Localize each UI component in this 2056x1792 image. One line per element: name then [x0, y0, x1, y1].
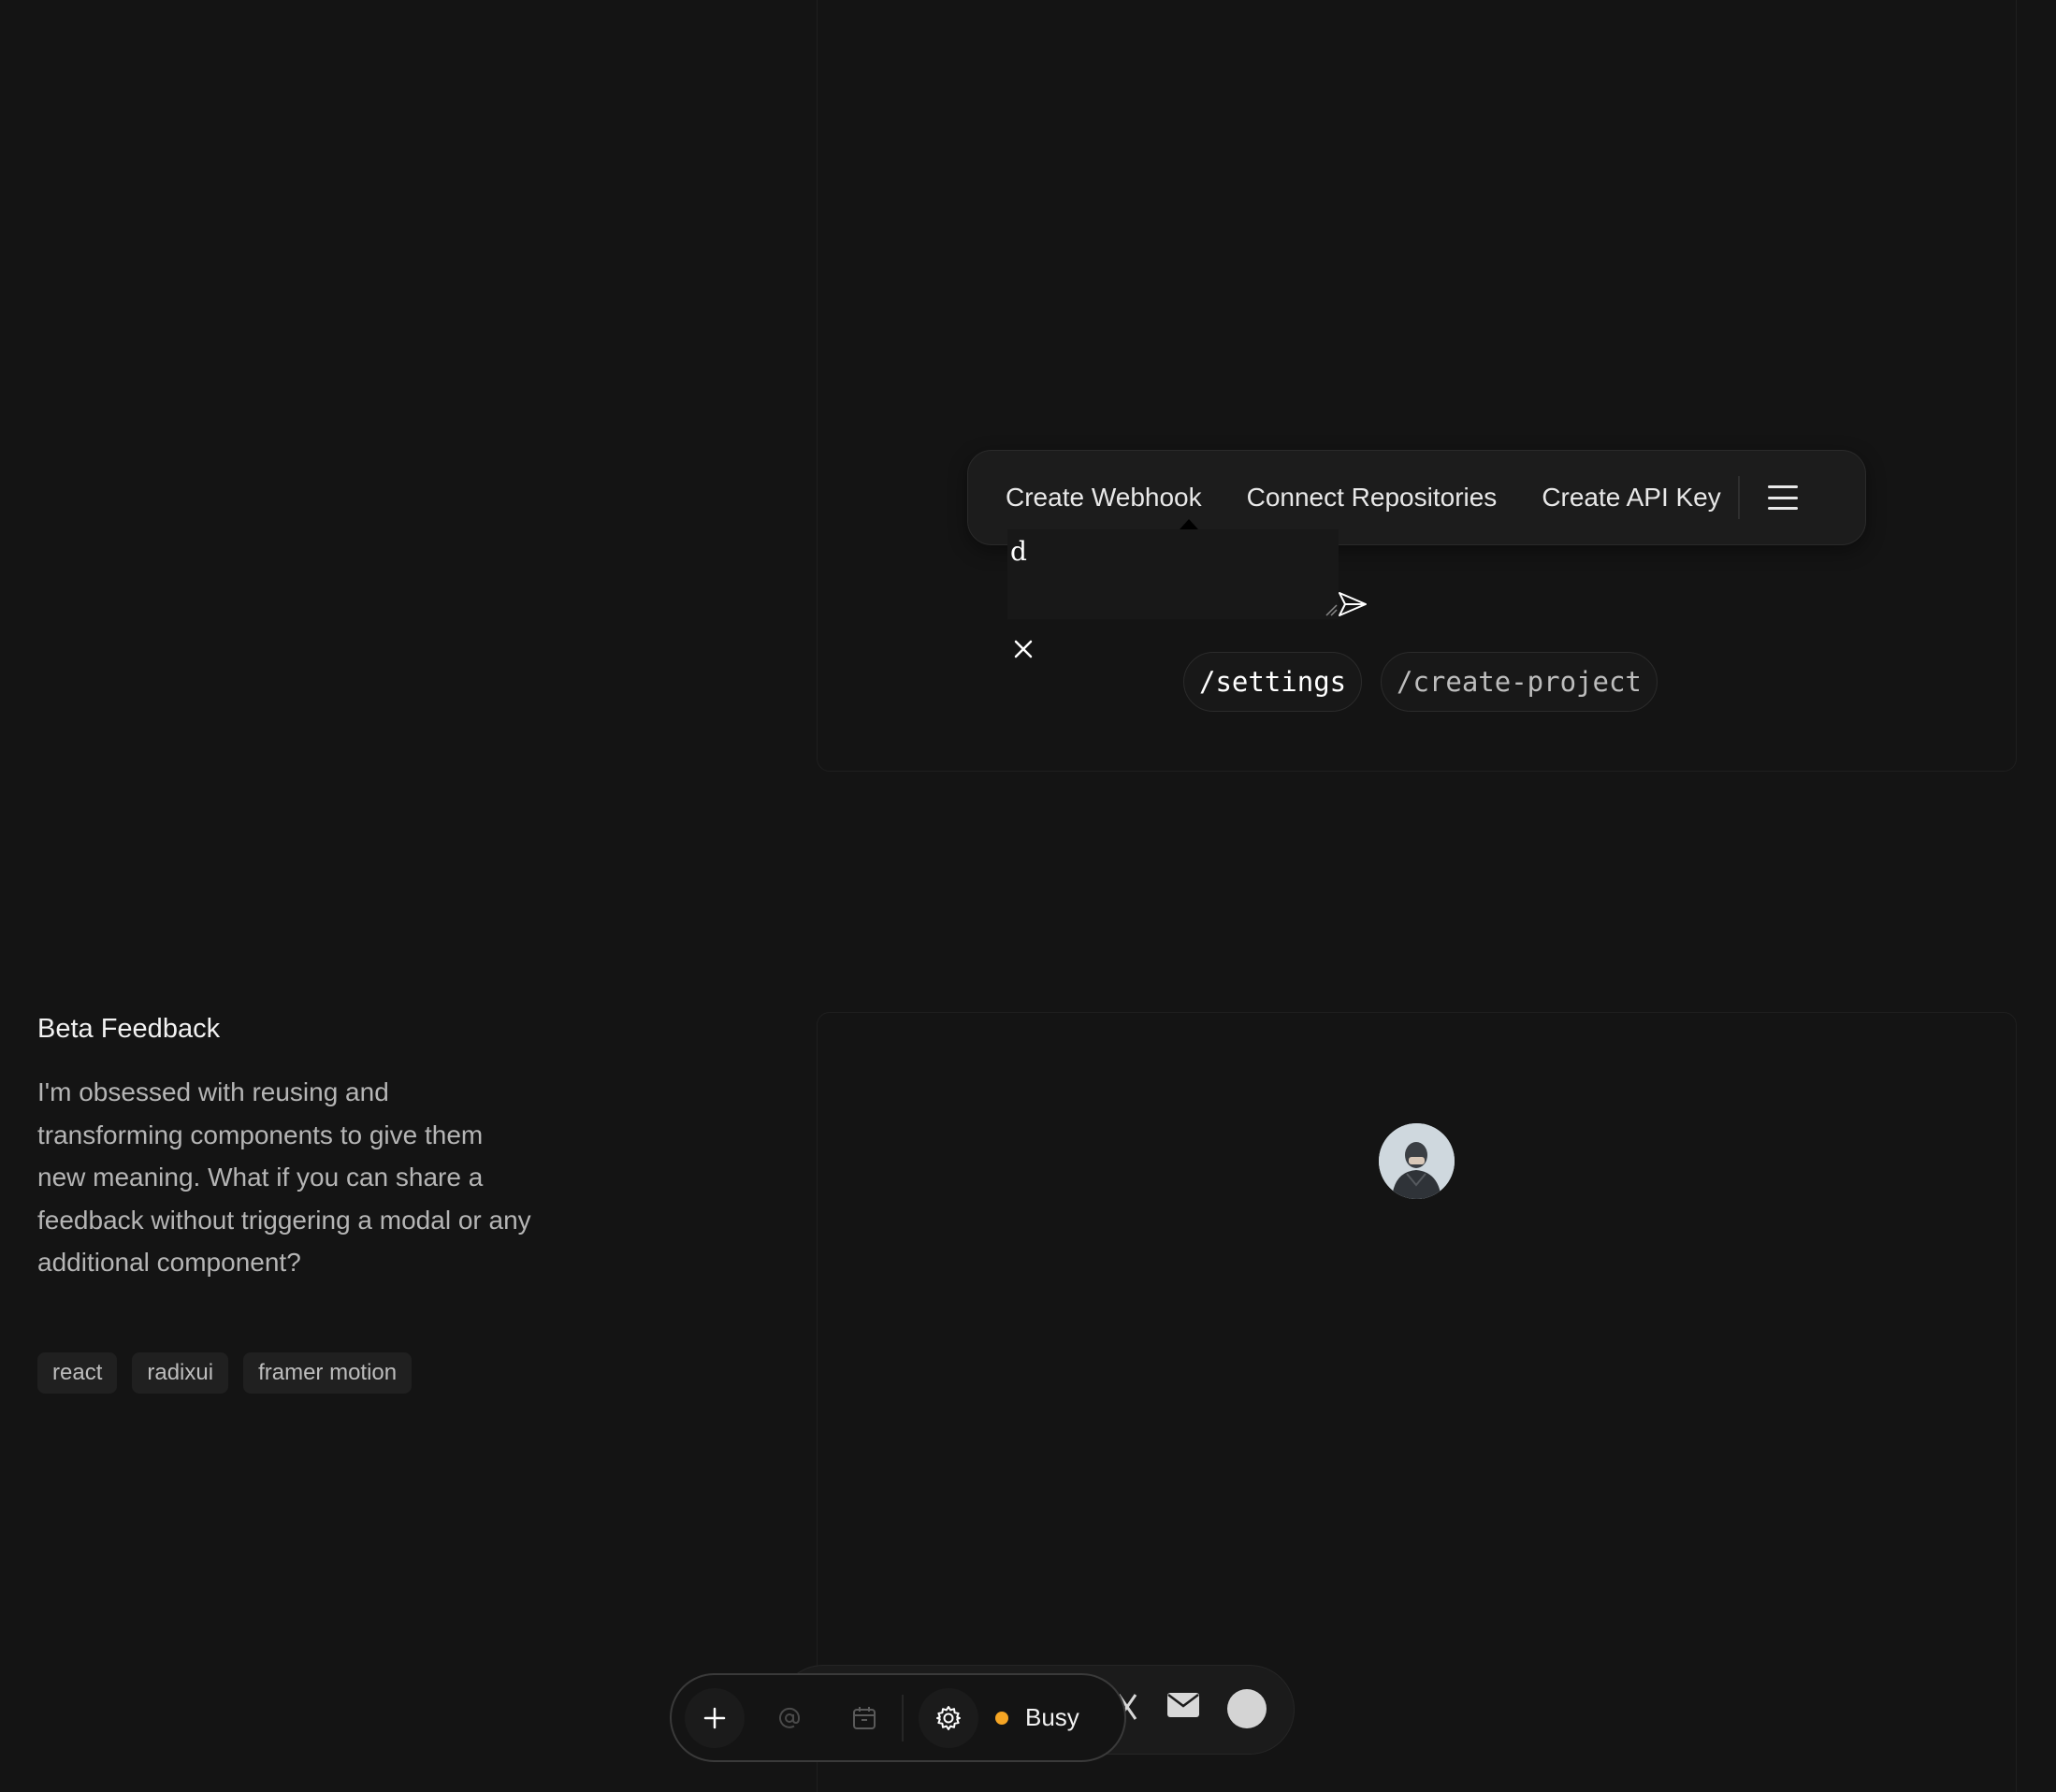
popover-caret [1180, 519, 1198, 529]
feedback-input[interactable]: d [1007, 529, 1339, 619]
status-selector[interactable]: Busy [995, 1703, 1079, 1732]
status-label: Busy [1025, 1703, 1079, 1731]
create-webhook-button[interactable]: Create Webhook [1006, 483, 1202, 513]
tag: react [37, 1352, 118, 1394]
settings-button[interactable] [919, 1687, 978, 1748]
stage: Create Webhook Connect Repositories Crea… [0, 0, 2056, 1792]
command-chip-settings[interactable]: /settings [1183, 652, 1363, 712]
status-toolbar: Busy [670, 1673, 1126, 1762]
avatar-circle-icon[interactable] [1227, 1689, 1267, 1728]
section-title: Beta Feedback [37, 1014, 221, 1044]
connect-repositories-button[interactable]: Connect Repositories [1247, 483, 1498, 513]
mail-icon[interactable] [1166, 1691, 1200, 1719]
tag-list: react radixui framer motion [37, 1352, 413, 1394]
hamburger-menu-icon[interactable] [1766, 481, 1800, 514]
avatar[interactable] [1379, 1123, 1455, 1199]
add-button[interactable] [685, 1687, 745, 1748]
tag: framer motion [243, 1352, 413, 1394]
plus-icon [703, 1707, 726, 1728]
calendar-icon [853, 1706, 876, 1729]
close-icon[interactable] [1010, 636, 1036, 662]
at-sign-icon [779, 1707, 801, 1728]
tag: radixui [132, 1352, 229, 1394]
send-icon[interactable] [1336, 589, 1369, 619]
action-bar-divider [1737, 476, 1740, 519]
mention-button[interactable] [760, 1688, 819, 1748]
toolbar-divider [902, 1694, 904, 1741]
gear-icon [936, 1705, 961, 1730]
create-api-key-button[interactable]: Create API Key [1542, 483, 1720, 513]
status-dot [995, 1711, 1008, 1725]
calendar-button[interactable] [834, 1688, 894, 1748]
section-description: I'm obsessed with reusing and transformi… [37, 1077, 531, 1277]
command-chip-create-project[interactable]: /create-project [1381, 652, 1658, 712]
